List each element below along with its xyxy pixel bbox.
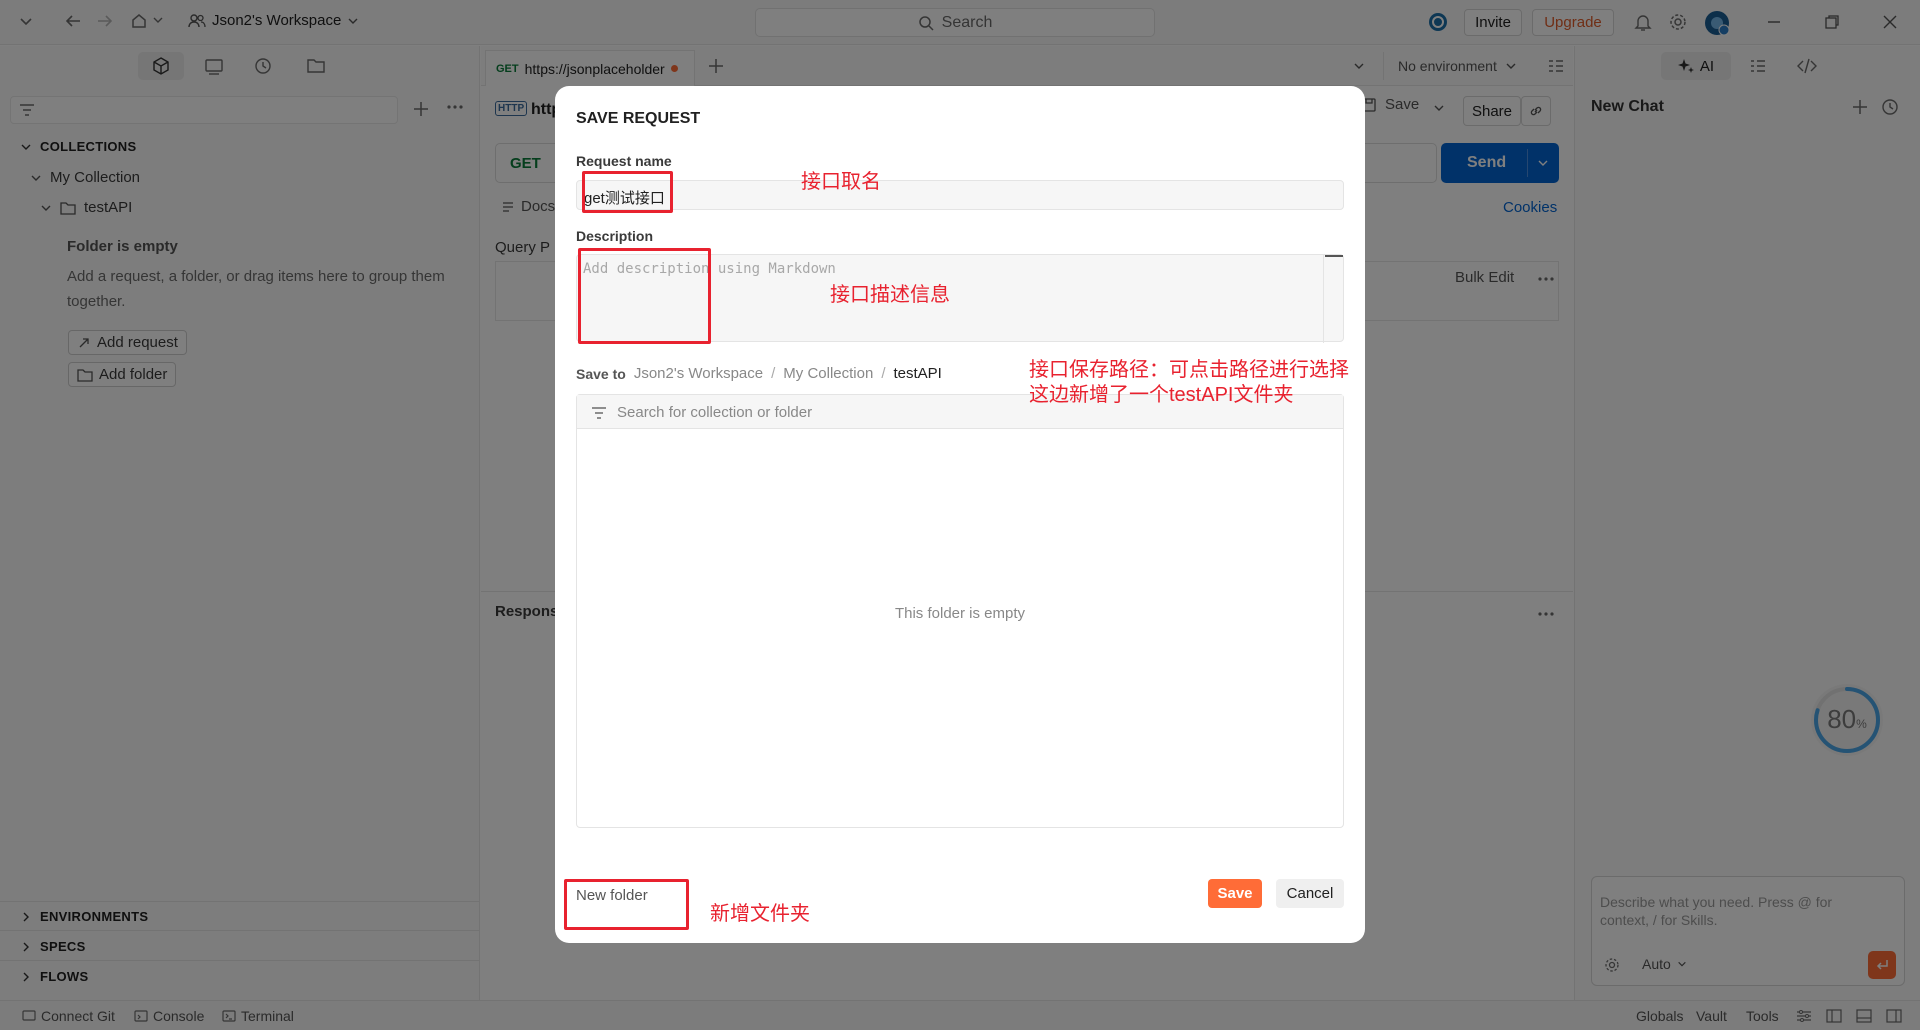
request-name-input[interactable]: get测试接口 — [576, 180, 1344, 210]
annotation-box-request-name — [582, 171, 673, 213]
dialog-cancel-button[interactable]: Cancel — [1276, 879, 1344, 908]
description-label: Description — [576, 228, 654, 244]
save-request-dialog: SAVE REQUEST Request name get测试接口 Descri… — [555, 86, 1365, 943]
breadcrumb-collection[interactable]: My Collection — [783, 365, 873, 382]
annotation-new-folder: 新增文件夹 — [710, 903, 810, 925]
annotation-box-description — [578, 248, 711, 344]
annotation-request-name: 接口取名 — [801, 171, 881, 193]
dialog-title: SAVE REQUEST — [576, 110, 701, 127]
collection-browser: Search for collection or folder This fol… — [576, 394, 1344, 828]
dialog-save-button[interactable]: Save — [1208, 879, 1262, 908]
annotation-box-new-folder — [564, 879, 689, 930]
breadcrumb-workspace[interactable]: Json2's Workspace — [634, 365, 763, 382]
filter-icon — [591, 406, 607, 420]
annotation-description: 接口描述信息 — [830, 284, 950, 306]
markdown-toggle-icon[interactable] — [1325, 255, 1343, 257]
request-name-label: Request name — [576, 153, 672, 169]
empty-folder-message: This folder is empty — [894, 605, 1026, 622]
breadcrumb-folder: testAPI — [893, 365, 942, 382]
annotation-path-line1: 接口保存路径：可点击路径进行选择 — [1029, 359, 1349, 381]
annotation-path-line2: 这边新增了一个testAPI文件夹 — [1029, 384, 1294, 406]
divider — [1323, 255, 1324, 343]
breadcrumb-separator: / — [881, 365, 886, 382]
save-to-label: Save to — [576, 365, 626, 382]
save-to-breadcrumb: Save to Json2's Workspace / My Collectio… — [576, 365, 942, 382]
collection-search-placeholder: Search for collection or folder — [617, 404, 813, 421]
breadcrumb-separator: / — [771, 365, 776, 382]
